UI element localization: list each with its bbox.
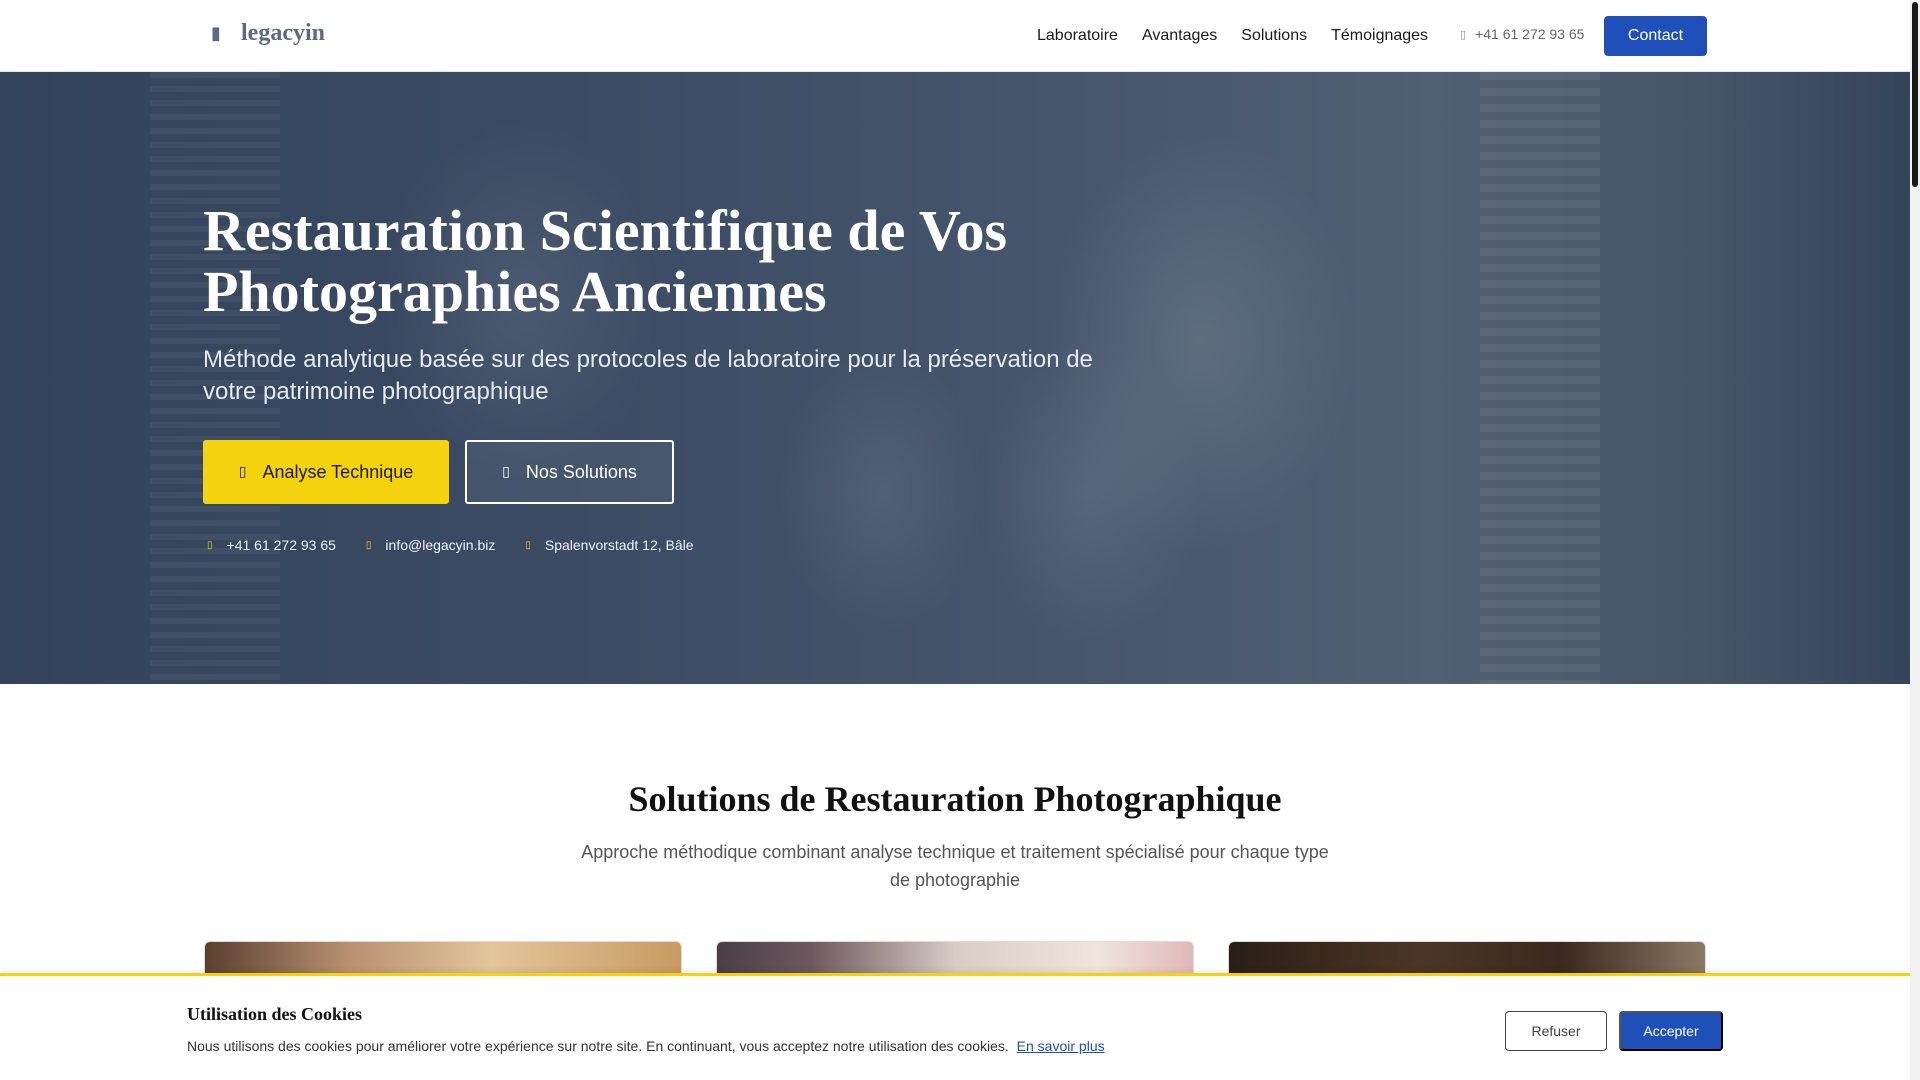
list-icon: ▯ [502,464,510,480]
hero-subtitle: Méthode analytique basée sur des protoco… [203,346,1093,405]
hero-address: ▯ Spalenvorstadt 12, Bâle [525,537,693,553]
hero-contact-info: ▯ +41 61 272 93 65 ▯ info@legacyin.biz ▯… [207,537,724,553]
accept-cookies-button[interactable]: Accepter [1619,1011,1723,1051]
nos-solutions-label: Nos Solutions [525,461,637,482]
hero-phone-text: +41 61 272 93 65 [226,537,336,553]
cookie-banner: Utilisation des Cookies Nous utilisons d… [0,973,1910,1080]
hero-title: Restauration Scientifique de Vos Photogr… [203,198,1008,324]
nav-item-temoignages[interactable]: Témoignages [1331,24,1428,48]
scrollbar-thumb[interactable] [1912,2,1918,187]
camera-icon: ▮ [211,22,221,44]
hero-address-text: Spalenvorstadt 12, Bâle [544,537,694,553]
microscope-icon: ▯ [238,464,247,480]
page-scrollbar[interactable] [1910,0,1920,1080]
hero-section: Restauration Scientifique de Vos Photogr… [0,72,1910,684]
contact-button[interactable]: Contact [1604,16,1707,56]
cookie-message: Nous utilisons des cookies pour améliore… [187,1038,1009,1054]
phone-icon: ▯ [1460,28,1467,41]
logo[interactable]: ▮ legacyin [211,20,325,47]
logo-text: legacyin [241,20,325,46]
analyse-technique-label: Analyse Technique [262,461,414,482]
hero-email[interactable]: ▯ info@legacyin.biz [366,537,495,553]
refuse-cookies-button[interactable]: Refuser [1505,1011,1607,1051]
site-header: ▮ legacyin Laboratoire Avantages Solutio… [0,0,1910,72]
header-phone[interactable]: ▯ +41 61 272 93 65 [1460,26,1584,42]
cookie-title: Utilisation des Cookies [187,1004,363,1024]
nav-item-avantages[interactable]: Avantages [1142,24,1217,48]
nav-item-laboratoire[interactable]: Laboratoire [1037,24,1118,48]
solutions-section-title: Solutions de Restauration Photographique [628,779,1282,819]
main-nav: Laboratoire Avantages Solutions Témoigna… [1037,24,1428,48]
hero-email-text: info@legacyin.biz [385,537,496,553]
map-pin-icon: ▯ [525,539,531,551]
cookie-text: Nous utilisons des cookies pour améliore… [187,1038,1105,1054]
cookie-learn-more-link[interactable]: En savoir plus [1017,1038,1105,1054]
header-phone-number: +41 61 272 93 65 [1475,26,1585,42]
hero-phone[interactable]: ▯ +41 61 272 93 65 [207,537,336,553]
analyse-technique-button[interactable]: ▯ Analyse Technique [203,440,449,504]
phone-icon: ▯ [207,539,213,551]
solutions-section-subtitle: Approche méthodique combinant analyse te… [581,842,1329,890]
envelope-icon: ▯ [365,539,372,551]
nav-item-solutions[interactable]: Solutions [1241,24,1307,48]
nos-solutions-button[interactable]: ▯ Nos Solutions [465,440,674,504]
